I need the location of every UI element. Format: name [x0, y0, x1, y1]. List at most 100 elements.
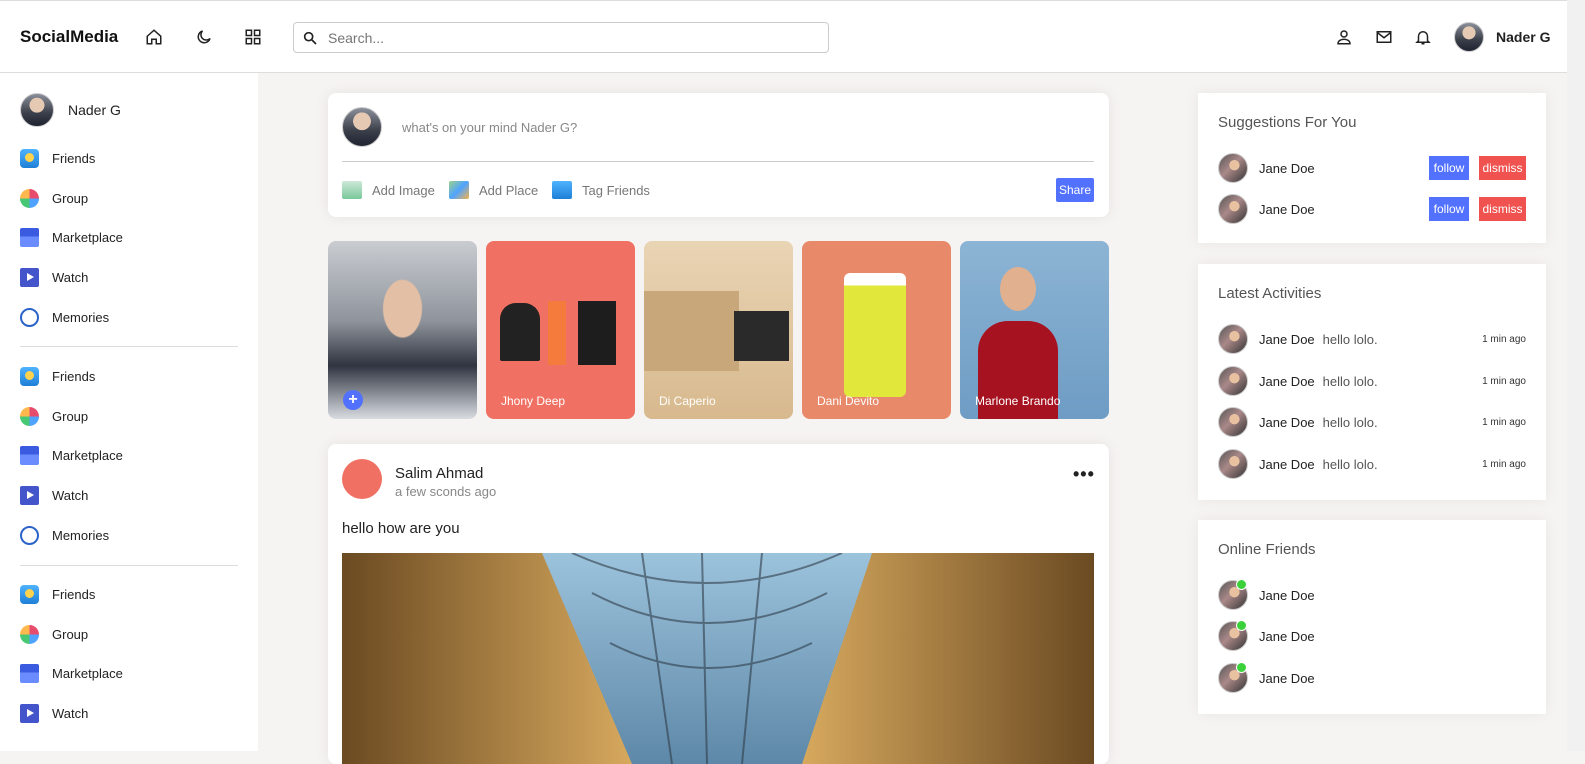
group-icon: [20, 406, 39, 426]
story-card[interactable]: Jhony Deep: [486, 241, 635, 419]
tag-friends-button[interactable]: Tag Friends: [552, 181, 650, 199]
suggestions-card: Suggestions For You Jane Doe follow dism…: [1198, 93, 1546, 243]
search-bar: [293, 22, 829, 53]
stopwatch-icon: [20, 525, 39, 545]
avatar: [1218, 194, 1248, 224]
sidebar-item-marketplace[interactable]: Marketplace: [20, 218, 238, 258]
post-time: a few sconds ago: [395, 484, 497, 499]
friends-icon: [20, 585, 39, 605]
avatar: [1218, 620, 1248, 651]
watch-icon: [20, 704, 39, 724]
online-friend-row[interactable]: Jane Doe: [1218, 662, 1526, 693]
suggestion-name[interactable]: Jane Doe: [1259, 202, 1315, 217]
bell-icon[interactable]: [1413, 27, 1433, 47]
online-status-dot: [1236, 662, 1247, 673]
story-card[interactable]: Dani Devito: [802, 241, 951, 419]
post-card: Salim Ahmad a few sconds ago ••• hello h…: [328, 444, 1109, 764]
post-text: hello how are you: [342, 520, 460, 537]
sidebar-item-label: Group: [52, 626, 89, 642]
activity-message: hello lolo.: [1322, 414, 1378, 430]
sidebar-item-watch[interactable]: Watch: [20, 258, 238, 298]
tag-friends-label: Tag Friends: [582, 182, 650, 198]
current-user[interactable]: Nader G: [1454, 22, 1550, 52]
story-graphic: [644, 291, 739, 371]
sidebar-user[interactable]: Nader G: [20, 93, 121, 127]
sidebar-item-group[interactable]: Group: [20, 615, 238, 655]
sidebar-item-friends[interactable]: Friends: [20, 357, 238, 397]
share-box: what's on your mind Nader G? Add Image A…: [328, 93, 1109, 217]
activity-message: hello lolo.: [1322, 373, 1378, 389]
activity-name[interactable]: Jane Doe: [1259, 374, 1315, 389]
apps-grid-icon[interactable]: [243, 27, 263, 47]
suggestion-name[interactable]: Jane Doe: [1259, 161, 1315, 176]
add-image-label: Add Image: [372, 182, 435, 198]
activity-time: 1 min ago: [1482, 333, 1526, 345]
story-card[interactable]: Marlone Brando: [960, 241, 1109, 419]
follow-button[interactable]: follow: [1429, 156, 1469, 180]
marketplace-icon: [20, 664, 39, 684]
sidebar-item-memories[interactable]: Memories: [20, 297, 238, 337]
sidebar-item-group[interactable]: Group: [20, 397, 238, 437]
home-icon[interactable]: [144, 27, 164, 47]
online-friend-row[interactable]: Jane Doe: [1218, 620, 1526, 651]
search-input[interactable]: [328, 29, 828, 46]
avatar: [1218, 407, 1248, 437]
avatar: [1454, 22, 1484, 52]
add-place-button[interactable]: Add Place: [449, 181, 538, 199]
search-icon: [303, 31, 317, 45]
sidebar-item-label: Friends: [52, 587, 96, 603]
mail-icon[interactable]: [1374, 27, 1394, 47]
sidebar-item-memories[interactable]: Memories: [20, 515, 238, 555]
activity-time: 1 min ago: [1482, 458, 1526, 470]
left-sidebar: Nader G Friends Group Marketplace Watch …: [0, 73, 258, 751]
sidebar-username: Nader G: [68, 102, 121, 118]
share-button[interactable]: Share: [1056, 178, 1094, 202]
divider: [20, 346, 238, 347]
online-friends-card: Online Friends Jane Doe Jane Doe Jane Do…: [1198, 520, 1546, 714]
sidebar-item-group[interactable]: Group: [20, 179, 238, 219]
divider: [342, 161, 1094, 162]
activity-row: Jane Doe hello lolo. 1 min ago: [1218, 449, 1526, 479]
avatar: [1218, 449, 1248, 479]
avatar[interactable]: [342, 459, 382, 499]
post-author[interactable]: Salim Ahmad: [395, 465, 483, 482]
sidebar-item-friends[interactable]: Friends: [20, 575, 238, 615]
dark-mode-icon[interactable]: [194, 27, 214, 47]
friends-icon: [20, 149, 39, 169]
friend-name: Jane Doe: [1259, 670, 1315, 686]
story-add[interactable]: +: [328, 241, 477, 419]
avatar: [1218, 662, 1248, 693]
sidebar-item-marketplace[interactable]: Marketplace: [20, 436, 238, 476]
activity-name[interactable]: Jane Doe: [1259, 415, 1315, 430]
story-graphic: [734, 311, 789, 361]
friend-name: Jane Doe: [1259, 628, 1315, 644]
sidebar-item-watch[interactable]: Watch: [20, 694, 238, 734]
activity-name[interactable]: Jane Doe: [1259, 332, 1315, 347]
follow-button[interactable]: follow: [1429, 197, 1469, 221]
avatar: [1218, 153, 1248, 183]
story-graphic: [548, 301, 566, 365]
story-card[interactable]: Di Caperio: [644, 241, 793, 419]
avatar: [1218, 579, 1248, 610]
story-name: Marlone Brando: [975, 394, 1061, 408]
sidebar-item-watch[interactable]: Watch: [20, 476, 238, 516]
sidebar-item-label: Friends: [52, 151, 96, 167]
status-input[interactable]: what's on your mind Nader G?: [402, 120, 577, 135]
online-friend-row[interactable]: Jane Doe: [1218, 579, 1526, 610]
sidebar-item-friends[interactable]: Friends: [20, 139, 238, 179]
sidebar-item-marketplace[interactable]: Marketplace: [20, 654, 238, 694]
sidebar-item-label: Marketplace: [52, 666, 123, 682]
online-status-dot: [1236, 620, 1247, 631]
suggestion-row: Jane Doe follow dismiss: [1218, 194, 1526, 224]
plus-icon[interactable]: +: [343, 390, 363, 410]
more-options-icon[interactable]: •••: [1073, 464, 1095, 485]
person-icon[interactable]: [1334, 27, 1354, 47]
sidebar-menu-1: Friends Group Marketplace Watch Memories: [20, 139, 238, 337]
sidebar-item-label: Watch: [52, 270, 89, 286]
dismiss-button[interactable]: dismiss: [1479, 156, 1526, 180]
activity-name[interactable]: Jane Doe: [1259, 457, 1315, 472]
app-logo[interactable]: SocialMedia: [20, 27, 118, 47]
dismiss-button[interactable]: dismiss: [1479, 197, 1526, 221]
add-image-button[interactable]: Add Image: [342, 181, 435, 199]
scrollbar[interactable]: [1567, 0, 1585, 751]
